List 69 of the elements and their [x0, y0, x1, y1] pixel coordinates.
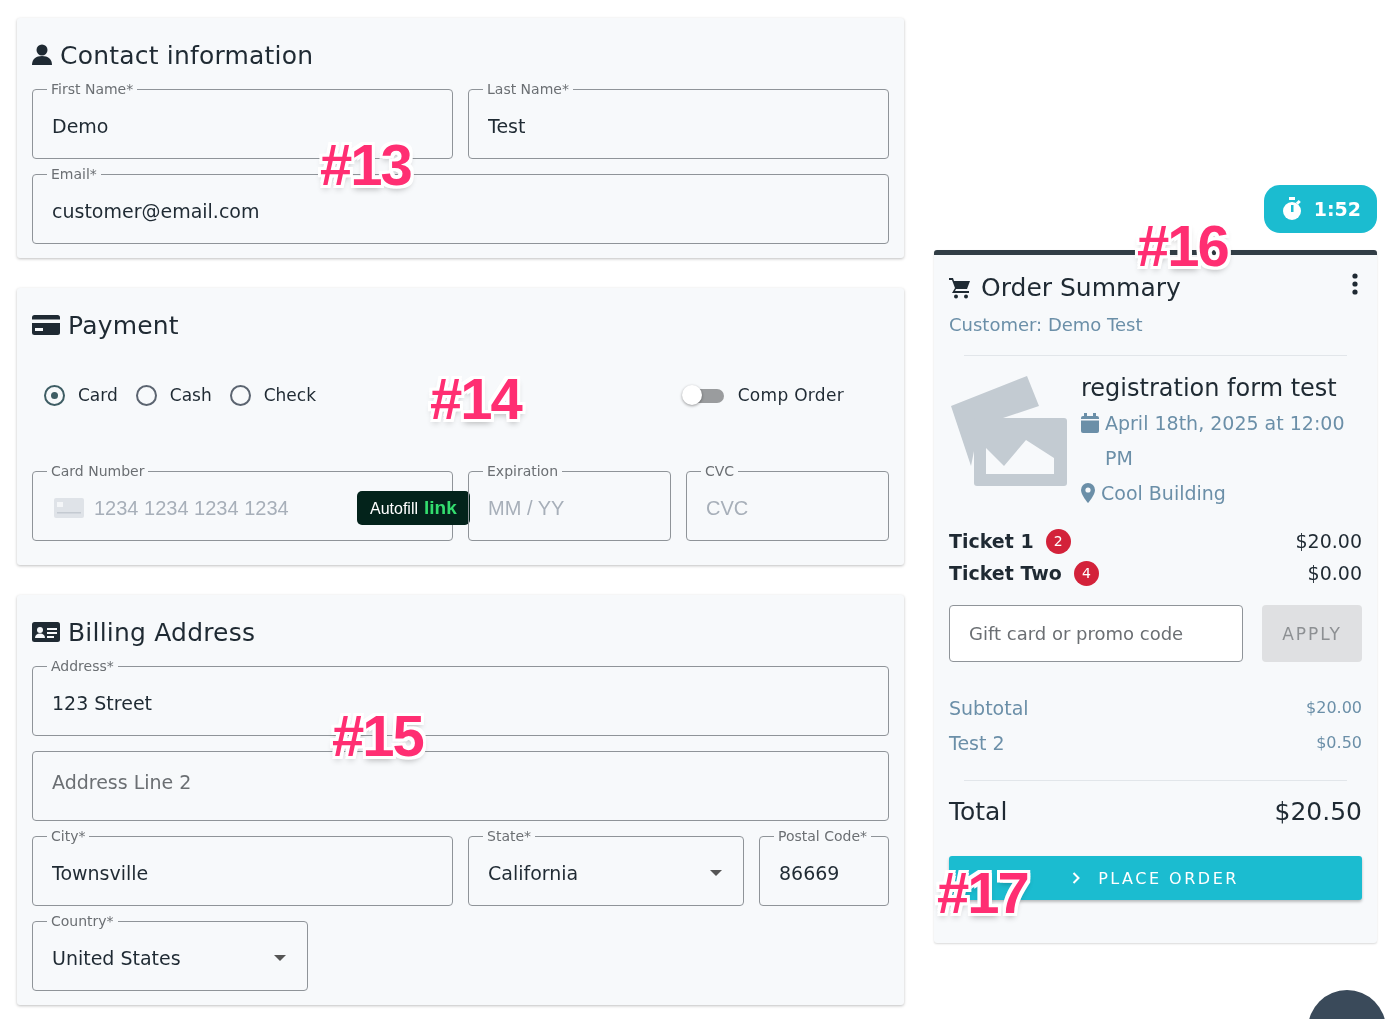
- toggle-label: Comp Order: [737, 385, 844, 405]
- input-field[interactable]: Address Line 2: [52, 771, 235, 793]
- section-title: Payment: [68, 310, 179, 340]
- line-amount: $20.00: [1306, 698, 1362, 717]
- radio-button[interactable]: [135, 384, 157, 406]
- ticket-name: Ticket 1: [949, 530, 1034, 552]
- section-title: Contact information: [60, 40, 314, 70]
- map-pin-icon: [1081, 483, 1095, 503]
- cart-icon: [949, 276, 971, 299]
- field-label: State*: [486, 829, 533, 843]
- event-venue: Cool Building: [1101, 481, 1226, 506]
- toggle-switch[interactable]: [681, 384, 724, 406]
- more-icon: [1352, 273, 1358, 295]
- radio-label[interactable]: Card: [78, 385, 118, 405]
- select-field[interactable]: United States: [52, 947, 225, 969]
- person-icon: [32, 44, 52, 66]
- field-label: Postal Code*: [777, 829, 869, 843]
- field-label: City*: [50, 829, 87, 843]
- event-name: registration form test: [1081, 373, 1338, 404]
- total-amount: $20.50: [1274, 797, 1362, 826]
- field-label: Address*: [50, 659, 115, 673]
- field-label: Country*: [50, 914, 115, 928]
- radio-label[interactable]: Cash: [169, 385, 212, 405]
- caret-icon: [710, 870, 722, 876]
- calendar-icon: [1081, 413, 1099, 433]
- quantity-badge: 4: [1073, 560, 1099, 586]
- annotation-label: #13: [320, 136, 411, 194]
- id-card-icon: [32, 622, 60, 642]
- input-field[interactable]: CVC: [706, 496, 767, 520]
- ticket-price: $20.00: [1295, 530, 1362, 552]
- line-amount: $0.50: [1316, 733, 1362, 752]
- radio-button[interactable]: [229, 384, 251, 406]
- input-field[interactable]: Townsville: [52, 862, 195, 884]
- line-label: Test 2: [949, 731, 1005, 754]
- field-label: Last Name*: [486, 82, 570, 96]
- annotation-label: #14: [430, 370, 521, 428]
- image-placeholder-icon: [949, 376, 1067, 486]
- input-field[interactable]: Demo: [52, 115, 135, 137]
- select-field[interactable]: California: [488, 862, 631, 884]
- radio-button[interactable]: [44, 384, 65, 406]
- input-field[interactable]: customer@email.com: [52, 200, 275, 222]
- caret-icon: [274, 955, 286, 961]
- chevron-right-icon: [1072, 872, 1081, 884]
- field-label: Expiration: [486, 464, 560, 478]
- input-field[interactable]: Test: [488, 115, 571, 137]
- field-label: Email*: [50, 167, 98, 181]
- section-title: Billing Address: [68, 617, 256, 647]
- timer-badge: 1:52: [1263, 185, 1377, 233]
- event-date: April 18th, 2025 at 12:00 PM: [1105, 411, 1346, 471]
- stopwatch-icon: [1281, 197, 1302, 221]
- line-label: Subtotal: [949, 696, 1029, 719]
- radio-label[interactable]: Check: [263, 385, 316, 405]
- customer-name: Customer: Demo Test: [949, 314, 1144, 335]
- input-field[interactable]: 86669: [779, 862, 872, 884]
- credit-card-icon: [32, 315, 60, 335]
- annotation-label: #15: [332, 707, 423, 765]
- quantity-badge: 2: [1045, 528, 1071, 554]
- autofill-button[interactable]: Autofill link: [357, 491, 470, 525]
- total-label: Total: [949, 797, 1008, 826]
- ticket-price: $0.00: [1307, 562, 1362, 584]
- card-icon: [54, 498, 84, 518]
- input-field[interactable]: MM / YY: [488, 496, 597, 520]
- field-label: First Name*: [50, 82, 135, 96]
- input-field[interactable]: 1234 1234 1234 1234: [94, 496, 347, 520]
- summary-title: Order Summary: [981, 273, 1181, 302]
- field-label: Card Number: [50, 464, 146, 478]
- ticket-name: Ticket Two: [949, 562, 1062, 584]
- input-field[interactable]: 123 Street: [52, 692, 195, 714]
- field-label: CVC: [704, 464, 736, 478]
